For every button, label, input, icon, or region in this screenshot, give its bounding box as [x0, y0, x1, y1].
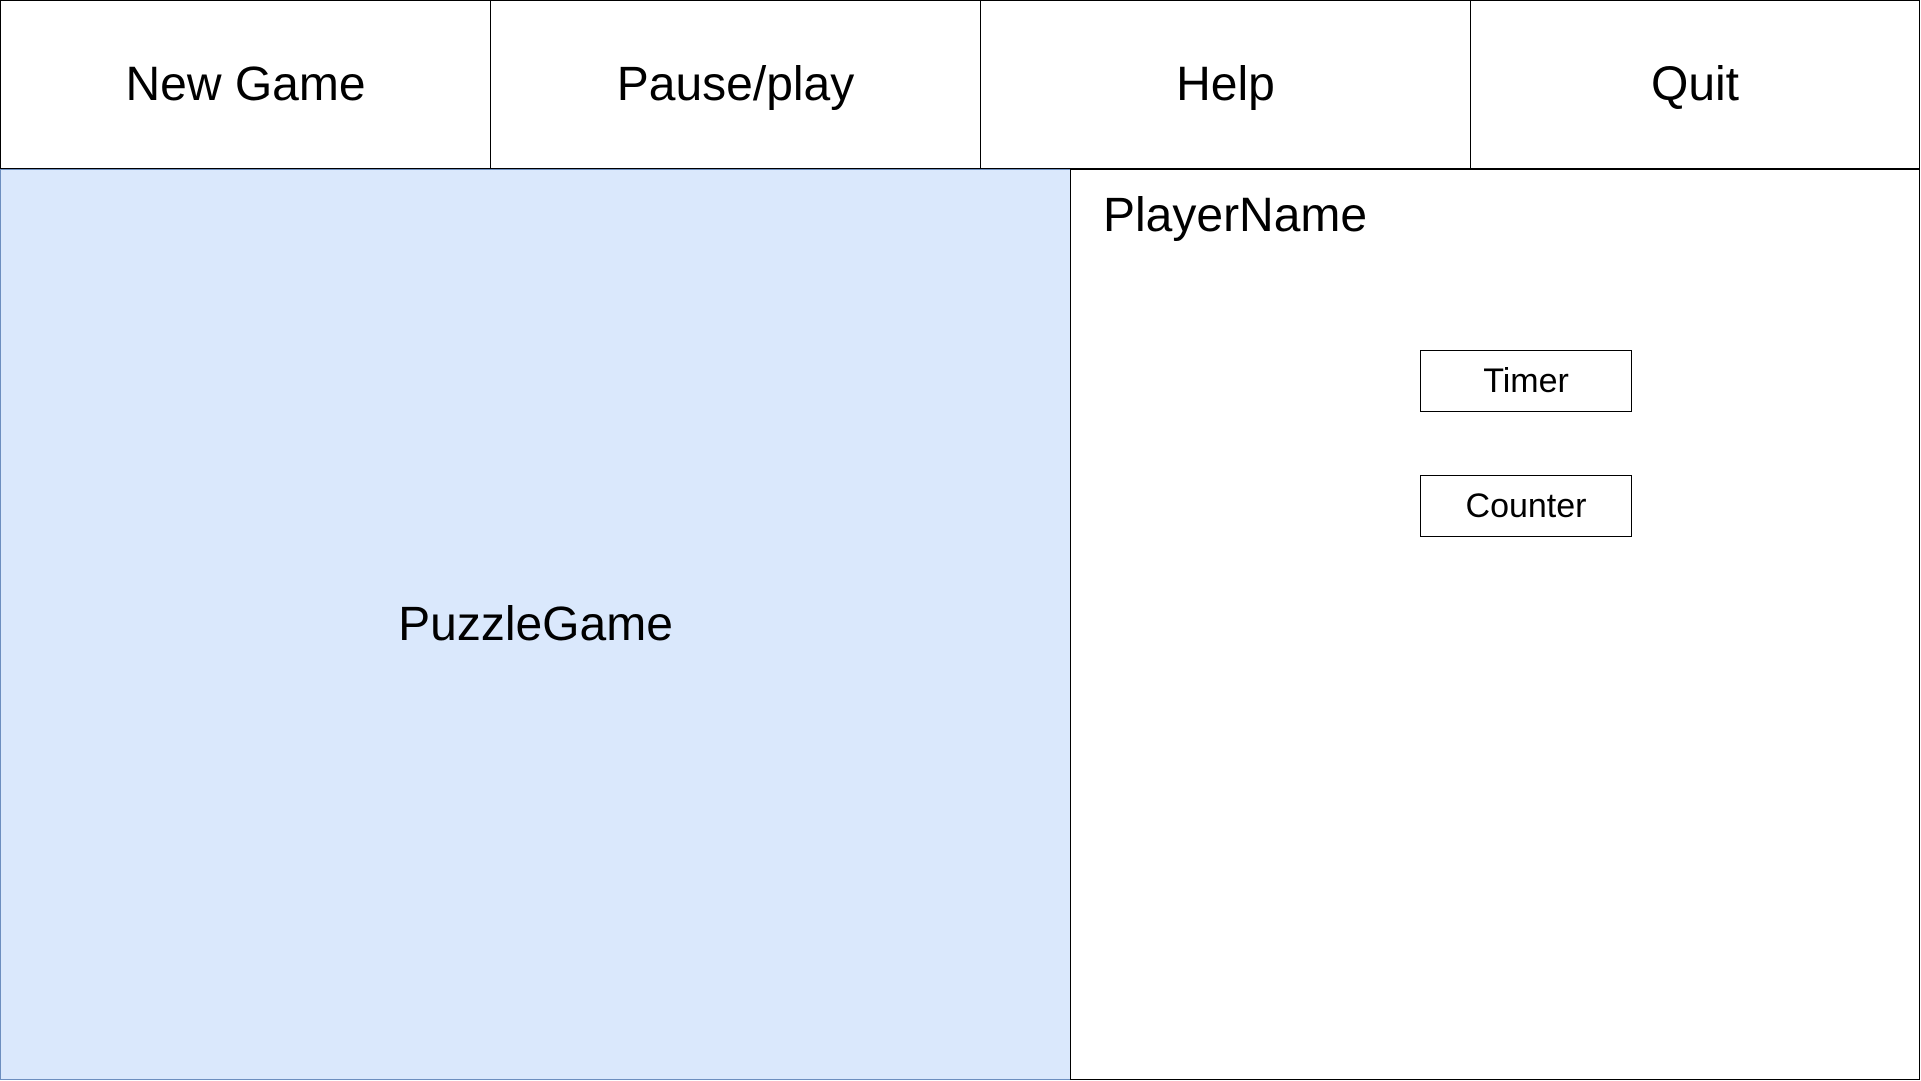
timer-display: Timer	[1420, 350, 1632, 412]
quit-label: Quit	[1650, 58, 1740, 111]
player-name: PlayerName	[1103, 189, 1368, 242]
side-panel: PlayerName Timer Counter	[1070, 169, 1920, 1080]
pause-play-button[interactable]: Pause/play	[490, 0, 981, 169]
puzzle-game-label: PuzzleGame	[398, 598, 673, 651]
menu-bar: New Game Pause/play Help Quit	[0, 0, 1920, 170]
quit-button[interactable]: Quit	[1470, 0, 1920, 169]
help-button[interactable]: Help	[980, 0, 1471, 169]
new-game-button[interactable]: New Game	[0, 0, 491, 169]
timer-label: Timer	[1483, 361, 1569, 400]
help-label: Help	[1176, 58, 1275, 111]
counter-label: Counter	[1465, 486, 1587, 525]
counter-display: Counter	[1420, 475, 1632, 537]
pause-play-label: Pause/play	[616, 58, 855, 111]
app-window: New Game Pause/play Help Quit PuzzleGame…	[0, 0, 1921, 1081]
new-game-label: New Game	[125, 58, 366, 111]
puzzle-game-area[interactable]: PuzzleGame	[0, 169, 1071, 1080]
